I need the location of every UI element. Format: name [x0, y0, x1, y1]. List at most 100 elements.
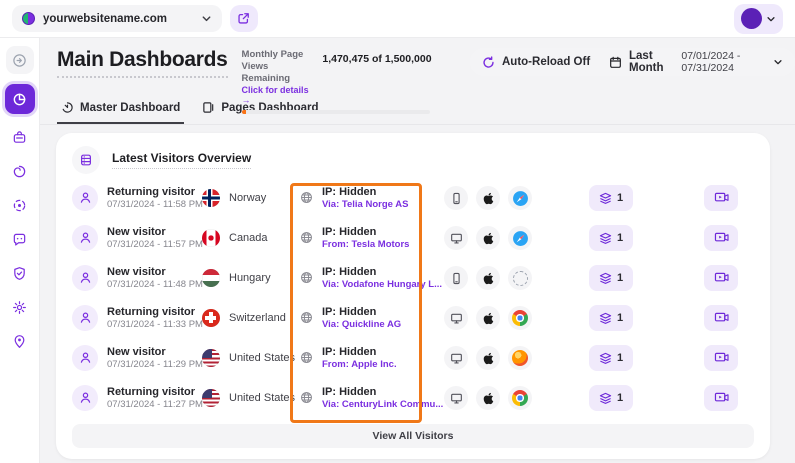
- session-count-badge[interactable]: 1: [589, 305, 633, 331]
- country-name: Switzerland: [229, 312, 286, 324]
- recording-icon: [714, 192, 729, 205]
- desktop-device-icon: [444, 226, 468, 250]
- visitor-type: New visitor: [107, 265, 203, 279]
- isp-link[interactable]: Via: Vodafone Hungary L...: [322, 279, 442, 291]
- table-row[interactable]: New visitor07/31/2024 - 11:48 PM Hungary…: [56, 258, 770, 298]
- ip-label: IP: Hidden: [322, 385, 443, 399]
- view-all-visitors-button[interactable]: View All Visitors: [72, 424, 754, 448]
- sidebar-item-behavior[interactable]: [6, 157, 34, 185]
- visitors-overview-icon: [72, 146, 100, 174]
- sidebar-item-settings[interactable]: [6, 293, 34, 321]
- chrome-browser-icon: [508, 306, 532, 330]
- table-row[interactable]: New visitor07/31/2024 - 11:29 PM United …: [56, 338, 770, 378]
- location-pin-icon: [12, 334, 27, 349]
- session-count-badge[interactable]: 1: [589, 345, 633, 371]
- date-range-label: Last Month: [629, 50, 674, 74]
- norway-flag-icon: [202, 189, 220, 207]
- firefox-browser-icon: [508, 346, 532, 370]
- layers-icon: [599, 272, 612, 285]
- country-name: Canada: [229, 232, 268, 244]
- external-link-icon: [237, 12, 250, 25]
- website-selector[interactable]: yourwebsitename.com: [12, 5, 222, 32]
- apple-os-icon: [476, 346, 500, 370]
- session-count: 1: [617, 272, 623, 284]
- hungary-flag-icon: [202, 269, 220, 287]
- session-count-badge[interactable]: 1: [589, 265, 633, 291]
- desktop-device-icon: [444, 346, 468, 370]
- isp-link[interactable]: Via: Telia Norge AS: [322, 199, 408, 211]
- page-views-details-link[interactable]: Click for details →: [242, 85, 317, 105]
- visit-datetime: 07/31/2024 - 11:58 PM: [107, 199, 203, 211]
- session-recording-button[interactable]: [704, 185, 738, 211]
- chevron-down-icon: [773, 57, 783, 67]
- table-row[interactable]: Returning visitor07/31/2024 - 11:33 PM S…: [56, 298, 770, 338]
- session-count: 1: [617, 392, 623, 404]
- website-favicon-icon: [22, 12, 35, 25]
- session-count: 1: [617, 192, 623, 204]
- ip-label: IP: Hidden: [322, 265, 442, 279]
- session-recording-button[interactable]: [704, 265, 738, 291]
- globe-icon: [300, 351, 313, 364]
- session-count: 1: [617, 232, 623, 244]
- sidebar-expand-button[interactable]: [6, 46, 34, 74]
- chat-bubble-icon: [12, 232, 27, 247]
- visitor-type: New visitor: [107, 225, 203, 239]
- layers-icon: [599, 192, 612, 205]
- visitor-icon: [72, 265, 98, 291]
- table-row[interactable]: New visitor07/31/2024 - 11:57 PM Canada …: [56, 218, 770, 258]
- visitor-type: Returning visitor: [107, 305, 203, 319]
- recording-icon: [714, 312, 729, 325]
- recording-icon: [714, 392, 729, 405]
- sidebar-item-visitors[interactable]: [6, 327, 34, 355]
- visit-datetime: 07/31/2024 - 11:29 PM: [107, 359, 203, 371]
- isp-link[interactable]: Via: Quickline AG: [322, 319, 401, 331]
- layers-icon: [599, 232, 612, 245]
- company-link[interactable]: From: Apple Inc.: [322, 359, 397, 371]
- date-range-button[interactable]: Last Month 07/01/2024 - 07/31/2024: [597, 48, 795, 76]
- chrome-browser-icon: [508, 386, 532, 410]
- switzerland-flag-icon: [202, 309, 220, 327]
- layers-icon: [599, 392, 612, 405]
- company-link[interactable]: From: Tesla Motors: [322, 239, 409, 251]
- sidebar-item-company[interactable]: [6, 123, 34, 151]
- user-menu[interactable]: [734, 4, 783, 34]
- visitor-icon: [72, 185, 98, 211]
- tab-master-dashboard[interactable]: Master Dashboard: [57, 95, 184, 124]
- expand-arrow-icon: [12, 53, 27, 68]
- united-states-flag-icon: [202, 349, 220, 367]
- visit-datetime: 07/31/2024 - 11:48 PM: [107, 279, 203, 291]
- open-website-button[interactable]: [230, 5, 258, 32]
- visitor-icon: [72, 385, 98, 411]
- sidebar-item-dashboard[interactable]: [5, 84, 35, 114]
- ip-label: IP: Hidden: [322, 305, 401, 319]
- session-recording-button[interactable]: [704, 385, 738, 411]
- session-count-badge[interactable]: 1: [589, 185, 633, 211]
- table-row[interactable]: Returning visitor07/31/2024 - 11:27 PM U…: [56, 378, 770, 418]
- briefcase-icon: [12, 130, 27, 145]
- session-recording-button[interactable]: [704, 345, 738, 371]
- page-header: Main Dashboards Monthly Page Views Remai…: [40, 38, 795, 88]
- sidebar-item-feedback[interactable]: [6, 225, 34, 253]
- country-name: Hungary: [229, 272, 271, 284]
- dashboard-pie-icon: [12, 92, 27, 107]
- calendar-icon: [609, 56, 622, 69]
- session-recording-button[interactable]: [704, 225, 738, 251]
- session-count-badge[interactable]: 1: [589, 225, 633, 251]
- apple-os-icon: [476, 226, 500, 250]
- table-row[interactable]: Returning visitor07/31/2024 - 11:58 PM N…: [56, 178, 770, 218]
- session-recording-button[interactable]: [704, 305, 738, 331]
- page-views-remaining: Monthly Page Views Remaining Click for d…: [242, 48, 432, 88]
- layers-icon: [599, 312, 612, 325]
- page-views-count: 1,470,475 of 1,500,000: [322, 49, 431, 105]
- main-content: Main Dashboards Monthly Page Views Remai…: [40, 38, 795, 463]
- isp-link[interactable]: Via: CenturyLink Commu...: [322, 399, 443, 411]
- sidebar-item-privacy[interactable]: [6, 259, 34, 287]
- sidebar-item-goals[interactable]: [6, 191, 34, 219]
- session-count: 1: [617, 312, 623, 324]
- spiral-icon: [12, 164, 27, 179]
- globe-icon: [300, 311, 313, 324]
- visitor-icon: [72, 225, 98, 251]
- chevron-down-icon: [201, 13, 212, 24]
- avatar: [741, 8, 762, 29]
- session-count-badge[interactable]: 1: [589, 385, 633, 411]
